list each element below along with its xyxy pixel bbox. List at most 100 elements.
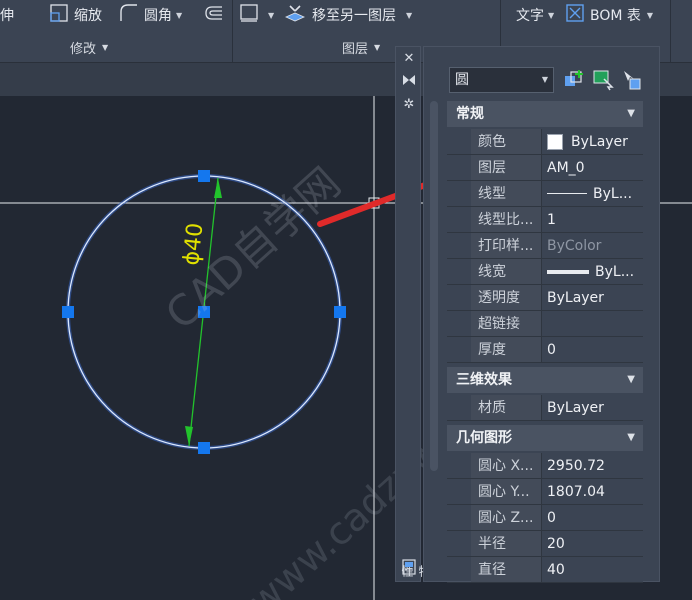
property-row-center-x[interactable]: 圆心 X... 2950.72 bbox=[447, 453, 643, 479]
property-name: 颜色 bbox=[471, 129, 541, 154]
move-to-layer-button[interactable]: 移至另一图层 ▼ bbox=[284, 3, 412, 27]
chevron-down-icon: ▼ bbox=[102, 43, 109, 52]
property-value[interactable]: 1 bbox=[541, 207, 643, 232]
property-value[interactable]: AM_0 bbox=[541, 155, 643, 180]
property-name: 线宽 bbox=[471, 259, 541, 284]
property-name: 材质 bbox=[471, 395, 541, 420]
palette-menu-icon[interactable] bbox=[401, 559, 417, 575]
color-swatch bbox=[547, 133, 563, 150]
fillet-button[interactable]: 圆角 ▼ bbox=[120, 3, 182, 27]
category-3d-effects[interactable]: 三维效果 ▼ bbox=[447, 367, 643, 393]
property-value-text: ByLayer bbox=[571, 133, 628, 150]
property-name: 打印样... bbox=[471, 233, 541, 258]
chevron-down-icon: ▼ bbox=[627, 108, 635, 119]
property-value[interactable]: ByLayer bbox=[541, 395, 643, 420]
grip-left[interactable] bbox=[62, 306, 74, 318]
property-name: 圆心 X... bbox=[471, 453, 541, 478]
property-row-layer[interactable]: 图层 AM_0 bbox=[447, 155, 643, 181]
close-icon[interactable]: ✕ bbox=[401, 51, 417, 67]
property-row-linetype-scale[interactable]: 线型比... 1 bbox=[447, 207, 643, 233]
pickadd-toggle-icon[interactable] bbox=[564, 69, 586, 91]
fillet-label: 圆角 bbox=[144, 8, 172, 24]
ribbon-separator bbox=[232, 0, 233, 62]
property-row-hyperlink[interactable]: 超链接 bbox=[447, 311, 643, 337]
linetype-preview bbox=[547, 193, 587, 194]
category-label: 常规 bbox=[456, 106, 484, 122]
property-value[interactable] bbox=[541, 311, 643, 336]
property-name: 圆心 Z... bbox=[471, 505, 541, 530]
chevron-down-icon: ▼ bbox=[541, 75, 548, 84]
property-value[interactable]: ByLayer bbox=[541, 285, 643, 310]
property-row-center-y[interactable]: 圆心 Y... 1807.04 bbox=[447, 479, 643, 505]
property-row-transparency[interactable]: 透明度 ByLayer bbox=[447, 285, 643, 311]
layer-state-button[interactable]: ▼ bbox=[240, 3, 274, 27]
property-value[interactable]: 0 bbox=[541, 337, 643, 362]
property-value[interactable]: 40 bbox=[541, 557, 643, 582]
property-value[interactable]: 2950.72 bbox=[541, 453, 643, 478]
property-name: 图层 bbox=[471, 155, 541, 180]
palette-scrollbar[interactable] bbox=[430, 101, 438, 471]
move-layer-dropdown-icon[interactable]: ▼ bbox=[406, 11, 412, 20]
properties-palette: 圆 ▼ 常规 ▼ 颜色 ByLayer 图层 AM_0 线型 ByL... 线型… bbox=[423, 46, 660, 583]
bom-icon bbox=[566, 4, 584, 26]
bom-dropdown-icon[interactable]: ▼ bbox=[647, 11, 653, 20]
selection-dropdown[interactable]: 圆 ▼ bbox=[449, 67, 554, 93]
property-row-radius[interactable]: 半径 20 bbox=[447, 531, 643, 557]
property-value[interactable]: 0 bbox=[541, 505, 643, 530]
property-name: 线型 bbox=[471, 181, 541, 206]
category-general[interactable]: 常规 ▼ bbox=[447, 101, 643, 127]
select-objects-icon[interactable] bbox=[592, 69, 614, 91]
property-value[interactable]: ByL... bbox=[541, 181, 643, 206]
chevron-down-icon: ▼ bbox=[627, 374, 635, 385]
text-button[interactable]: 文字 ▼ bbox=[516, 3, 554, 27]
property-row-plot-style[interactable]: 打印样... ByColor bbox=[447, 233, 643, 259]
property-grid: 常规 ▼ 颜色 ByLayer 图层 AM_0 线型 ByL... 线型比...… bbox=[447, 101, 643, 583]
move-layer-icon bbox=[284, 3, 306, 27]
layer-panel-label: 图层 bbox=[342, 42, 369, 57]
modify-panel-title[interactable]: 修改 ▼ bbox=[70, 38, 108, 57]
property-name: 超链接 bbox=[471, 311, 541, 336]
bom-table-button[interactable]: BOM 表 ▼ bbox=[566, 3, 653, 27]
dimension-arrow-top bbox=[214, 178, 222, 198]
stretch-label: 拉伸 bbox=[0, 8, 14, 24]
gear-icon[interactable]: ✲ bbox=[401, 97, 417, 113]
category-geometry[interactable]: 几何图形 ▼ bbox=[447, 425, 643, 451]
grip-right[interactable] bbox=[334, 306, 346, 318]
property-value-text: ByL... bbox=[595, 263, 635, 280]
property-value[interactable]: 1807.04 bbox=[541, 479, 643, 504]
rectangle-icon bbox=[240, 4, 258, 26]
grip-top[interactable] bbox=[198, 170, 210, 182]
scale-button[interactable]: 缩放 bbox=[50, 3, 102, 27]
fillet-dropdown-icon[interactable]: ▼ bbox=[176, 11, 182, 20]
property-name: 半径 bbox=[471, 531, 541, 556]
offset-icon bbox=[204, 5, 224, 25]
property-row-lineweight[interactable]: 线宽 ByL... bbox=[447, 259, 643, 285]
property-value[interactable]: ByLayer bbox=[541, 129, 643, 154]
quick-select-icon[interactable] bbox=[620, 69, 642, 91]
property-row-center-z[interactable]: 圆心 Z... 0 bbox=[447, 505, 643, 531]
property-row-linetype[interactable]: 线型 ByL... bbox=[447, 181, 643, 207]
text-label: 文字 bbox=[516, 8, 544, 24]
grip-bottom[interactable] bbox=[198, 442, 210, 454]
property-row-color[interactable]: 颜色 ByLayer bbox=[447, 129, 643, 155]
property-row-thickness[interactable]: 厚度 0 bbox=[447, 337, 643, 363]
autohide-icon[interactable] bbox=[401, 73, 417, 89]
property-name: 透明度 bbox=[471, 285, 541, 310]
properties-palette-titlebar[interactable]: ✕ ✲ 特性 bbox=[395, 46, 431, 582]
property-value[interactable]: ByL... bbox=[541, 259, 643, 284]
property-value: ByColor bbox=[541, 233, 643, 258]
stretch-button[interactable]: 拉伸 bbox=[0, 3, 14, 27]
property-row-material[interactable]: 材质 ByLayer bbox=[447, 395, 643, 421]
property-row-diameter[interactable]: 直径 40 bbox=[447, 557, 643, 583]
ribbon-separator bbox=[670, 0, 671, 62]
modify-panel-label: 修改 bbox=[70, 42, 97, 57]
category-label: 几何图形 bbox=[456, 430, 512, 446]
property-value[interactable]: 20 bbox=[541, 531, 643, 556]
offset-button[interactable] bbox=[204, 3, 230, 27]
layer-state-dropdown-icon[interactable]: ▼ bbox=[268, 11, 274, 20]
category-label: 三维效果 bbox=[456, 372, 512, 388]
text-dropdown-icon[interactable]: ▼ bbox=[548, 11, 554, 20]
fillet-icon bbox=[120, 4, 138, 26]
scale-label: 缩放 bbox=[74, 8, 102, 24]
layer-panel-title[interactable]: 图层 ▼ bbox=[342, 38, 380, 57]
